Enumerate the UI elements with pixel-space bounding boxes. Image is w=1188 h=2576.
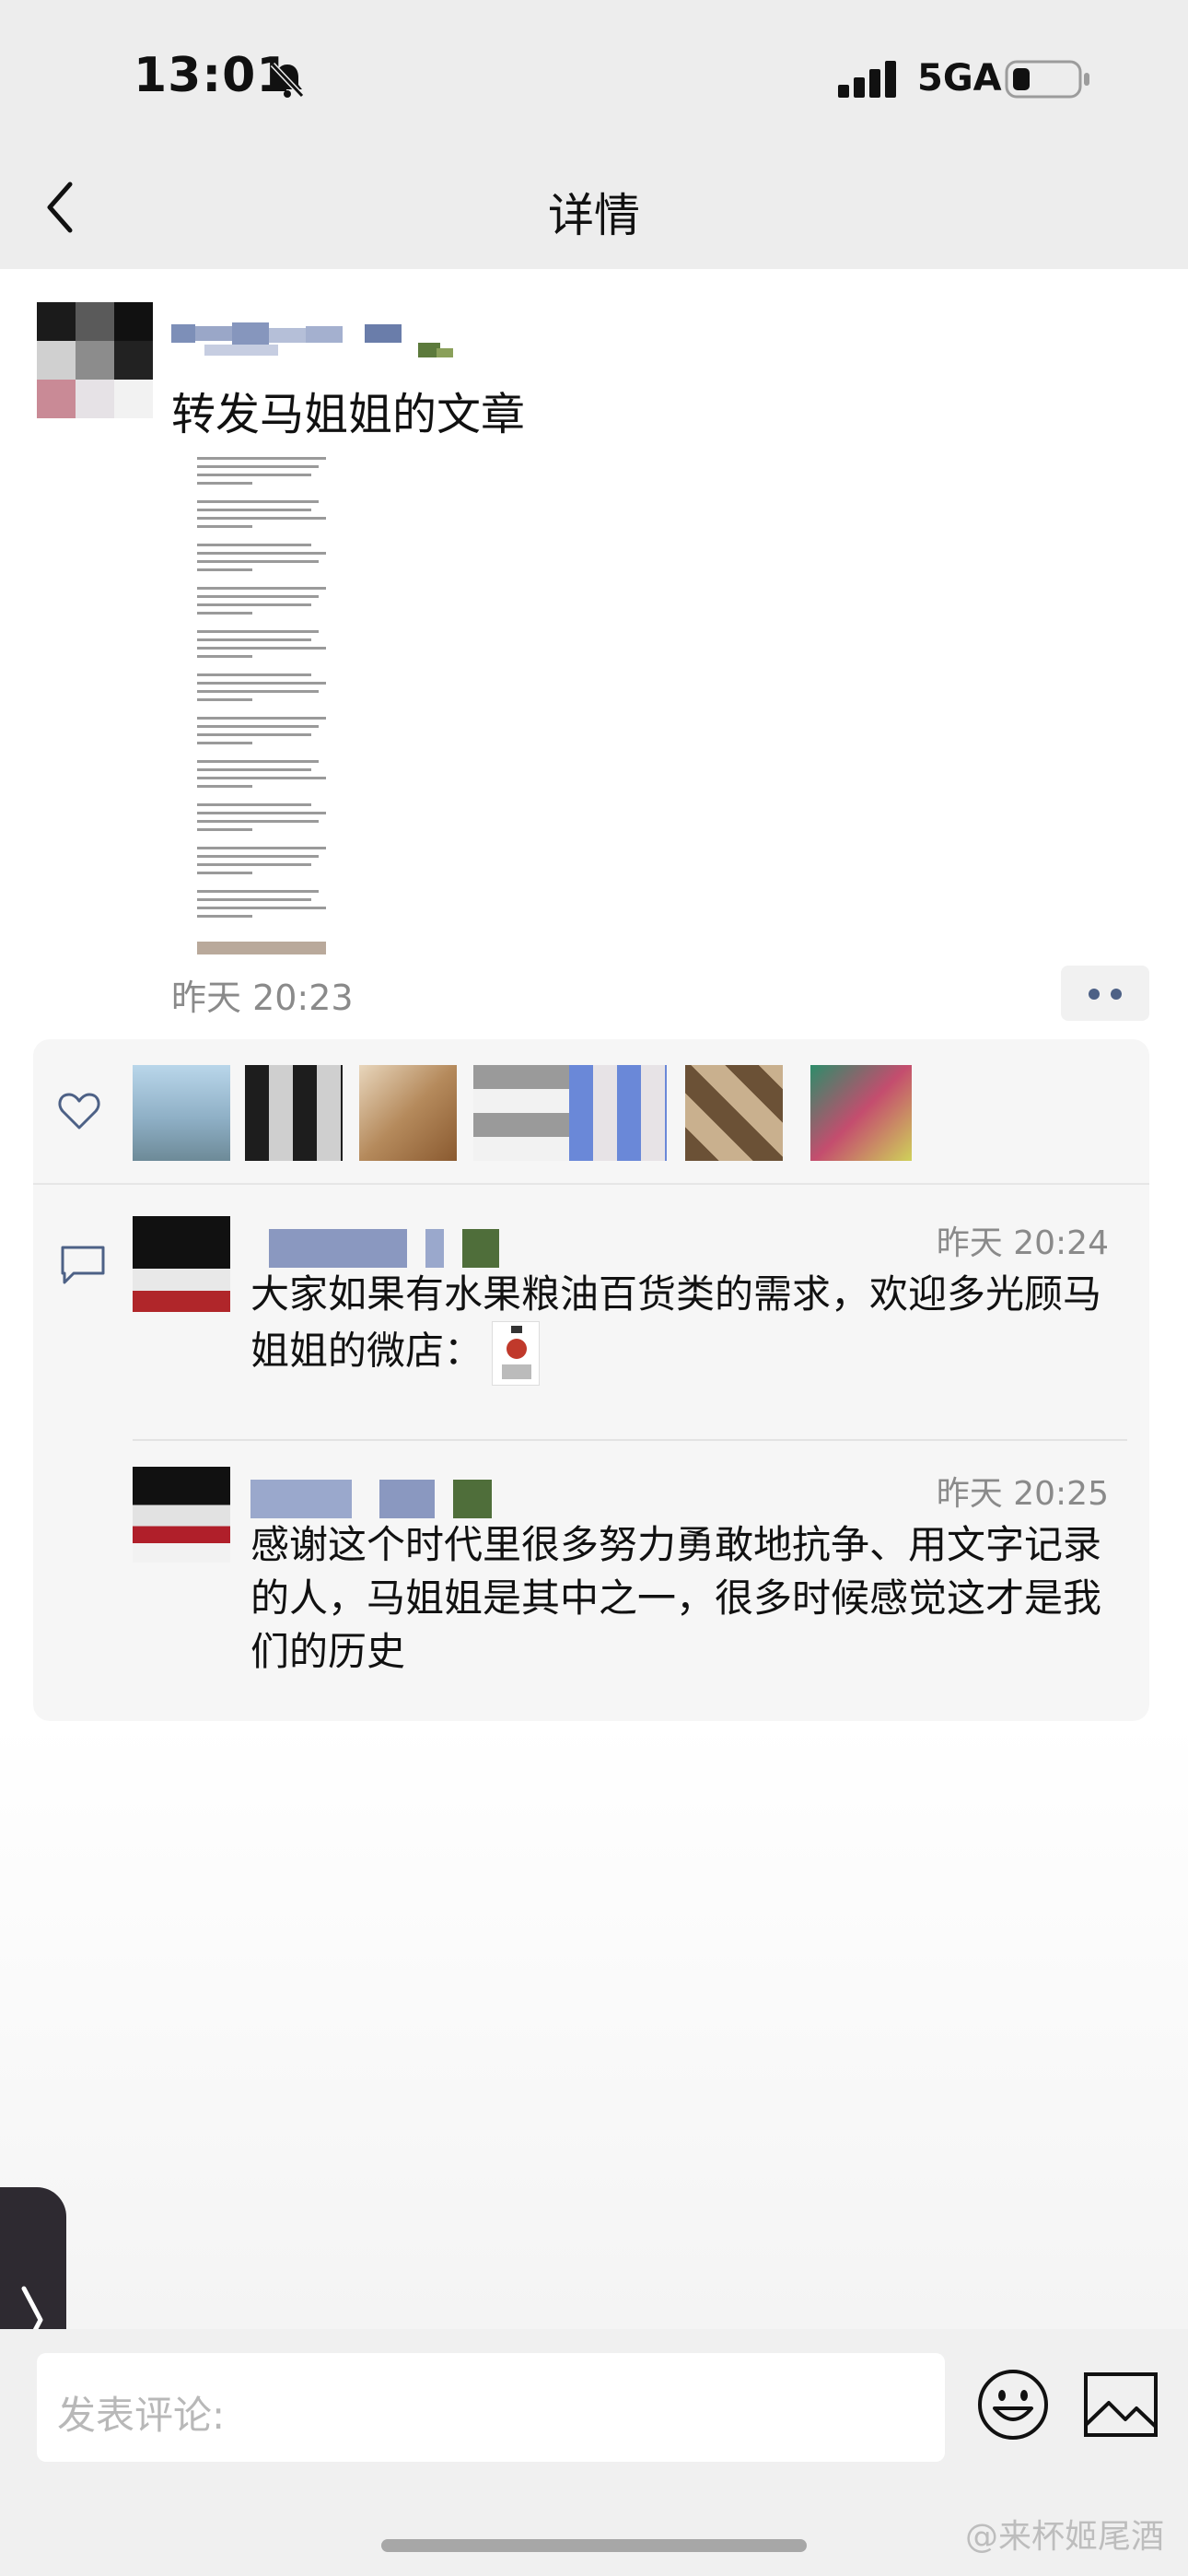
article-text-line [197, 907, 326, 909]
like-avatar[interactable] [245, 1065, 343, 1161]
article-text-line [197, 500, 319, 503]
image-icon[interactable] [1083, 2371, 1159, 2438]
like-avatar[interactable] [473, 1065, 571, 1161]
article-text-line [197, 474, 311, 476]
article-text-line [197, 803, 311, 806]
article-text-line [197, 595, 319, 598]
article-text-line [197, 525, 252, 528]
post-time: 昨天 20:23 [171, 978, 354, 1018]
article-text-line [197, 612, 252, 615]
article-text-line [197, 509, 311, 511]
article-text-line [197, 915, 252, 918]
article-text-line [197, 465, 319, 468]
comment-icon [61, 1246, 105, 1284]
article-text-line [197, 603, 311, 606]
article-text-line [197, 828, 252, 831]
watermark: @来杯姬尾酒 [964, 2518, 1164, 2556]
comment-bar: 发表评论: @来杯姬尾酒 [0, 2329, 1188, 2576]
comment-time: 昨天 20:25 [936, 1475, 1109, 1513]
article-text-line [197, 855, 319, 858]
top-area: 13:01 5GA 详情 [0, 0, 1188, 269]
article-text-line [197, 647, 326, 650]
article-text-line [197, 457, 326, 460]
signal-icon [838, 61, 896, 98]
smiley-icon[interactable] [976, 2368, 1050, 2441]
article-text-line [197, 717, 326, 720]
article-text-line [197, 898, 311, 901]
article-text-line [197, 890, 319, 893]
network-label: 5GA [917, 57, 1002, 100]
like-avatar[interactable] [810, 1065, 912, 1161]
more-actions-button[interactable] [1061, 966, 1149, 1021]
article-text-line [197, 785, 252, 788]
article-text-line [197, 760, 319, 763]
commenter-avatar[interactable] [133, 1216, 230, 1312]
article-text-line [197, 552, 326, 555]
comment-item[interactable]: 昨天 20:25 感谢这个时代里很多努力勇敢地抗争、用文字记录的人，马姐姐是其中… [133, 1467, 1127, 1706]
article-text-line [197, 733, 311, 736]
article-text-line [197, 725, 319, 728]
article-text-line [197, 847, 326, 849]
article-text-line [197, 630, 319, 633]
commenter-name[interactable] [250, 1480, 508, 1518]
commenter-avatar[interactable] [133, 1467, 230, 1563]
battery-icon [1005, 60, 1089, 99]
article-text-line [197, 863, 311, 866]
post-author-name[interactable] [171, 322, 457, 363]
qr-code-image[interactable] [492, 1321, 541, 1386]
article-text-line [197, 777, 326, 779]
interaction-panel: 昨天 20:24 大家如果有水果粮油百货类的需求，欢迎多光顾马姐姐的微店： 昨天… [33, 1039, 1149, 1721]
home-indicator[interactable] [381, 2539, 807, 2552]
article-text-line [197, 768, 311, 771]
article-text-line [197, 698, 252, 701]
article-thumbnail[interactable] [171, 444, 346, 958]
article-text-line [197, 482, 252, 485]
like-avatar[interactable] [359, 1065, 457, 1161]
heart-icon [58, 1093, 100, 1130]
article-text-line [197, 655, 252, 658]
comment-item[interactable]: 昨天 20:24 大家如果有水果粮油百货类的需求，欢迎多光顾马姐姐的微店： [133, 1216, 1127, 1419]
article-text-line [197, 638, 311, 641]
like-avatar[interactable] [133, 1065, 230, 1161]
article-text-line [197, 544, 311, 546]
comment-time: 昨天 20:24 [936, 1224, 1109, 1262]
like-avatar[interactable] [685, 1065, 783, 1161]
likes-row [33, 1039, 1149, 1185]
post-text: 转发马姐姐的文章 [171, 389, 526, 440]
page-title: 详情 [548, 189, 640, 242]
article-text-line [197, 690, 319, 693]
article-text-line [197, 673, 311, 676]
article-text-line [197, 517, 326, 520]
comment-divider [133, 1439, 1127, 1441]
bell-slash-icon [270, 62, 305, 99]
article-text-line [197, 872, 252, 874]
article-text-line [197, 568, 252, 571]
article-text-line [197, 587, 326, 590]
comment-input[interactable]: 发表评论: [37, 2353, 945, 2462]
comment-text: 感谢这个时代里很多努力勇敢地抗争、用文字记录的人，马姐姐是其中之一，很多时候感觉… [250, 1522, 1102, 1674]
commenter-name[interactable] [250, 1229, 508, 1268]
article-text-line [197, 560, 319, 563]
article-text-line [197, 682, 326, 685]
like-avatar[interactable] [569, 1065, 667, 1161]
comment-text: 大家如果有水果粮油百货类的需求，欢迎多光顾马姐姐的微店： [250, 1268, 1135, 1386]
article-text-line [197, 820, 319, 823]
article-text-line [197, 812, 326, 814]
empty-area [0, 1721, 1188, 2329]
article-text-line [197, 742, 252, 744]
post-avatar[interactable] [37, 302, 153, 418]
